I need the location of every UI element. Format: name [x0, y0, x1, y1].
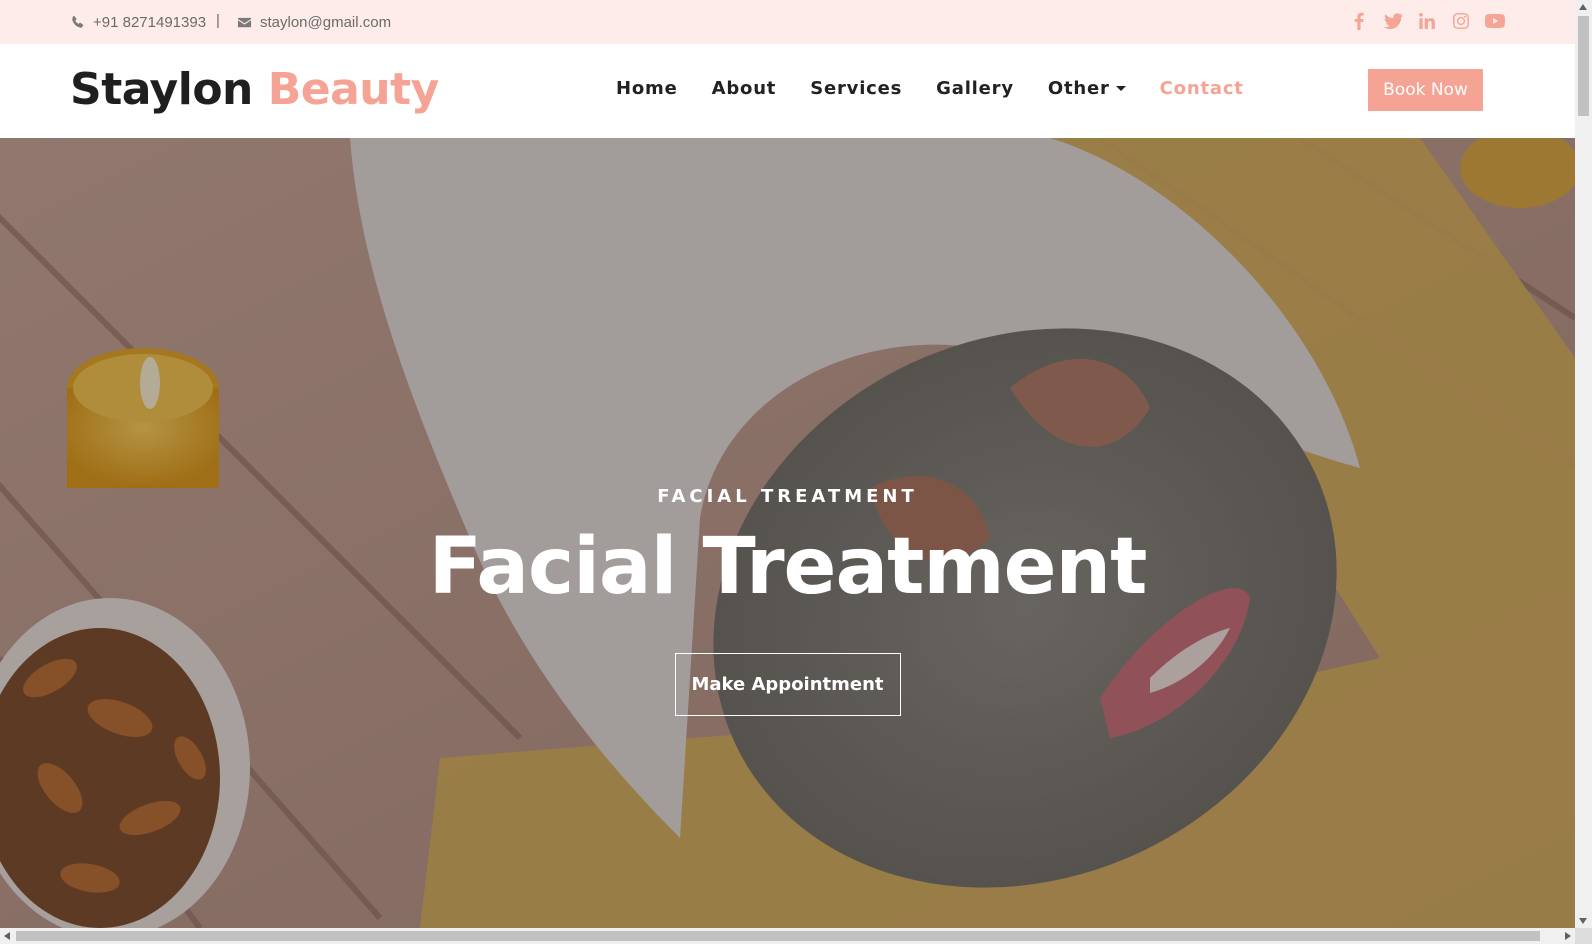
envelope-icon — [237, 17, 252, 27]
book-now-button[interactable]: Book Now — [1368, 69, 1483, 111]
scroll-right-arrow-icon[interactable] — [1565, 932, 1571, 940]
linkedin-icon[interactable] — [1417, 10, 1437, 32]
nav-other-dropdown[interactable]: Other — [1048, 78, 1126, 99]
facebook-icon[interactable] — [1349, 10, 1369, 32]
nav-about[interactable]: About — [712, 78, 777, 99]
hero-banner: FACIAL TREATMENT Facial Treatment Make A… — [0, 138, 1575, 928]
twitter-icon[interactable] — [1383, 10, 1403, 32]
scroll-left-arrow-icon[interactable] — [4, 932, 10, 940]
scrollbar-corner — [1575, 928, 1592, 944]
site-header: Staylon Beauty Home About Services Galle… — [0, 44, 1575, 138]
caret-down-icon — [1115, 86, 1126, 91]
phone-contact[interactable]: +91 8271491393 — [70, 12, 206, 32]
scroll-down-arrow-icon[interactable] — [1579, 918, 1587, 924]
hero-title: Facial Treatment — [428, 522, 1148, 612]
scroll-up-arrow-icon[interactable] — [1579, 4, 1587, 10]
logo-text-accent: Beauty — [267, 64, 440, 115]
page-viewport: +91 8271491393 | staylon@gmail.com Stayl… — [0, 0, 1575, 928]
horizontal-scroll-thumb[interactable] — [16, 931, 1540, 941]
youtube-icon[interactable] — [1485, 10, 1505, 32]
nav-gallery[interactable]: Gallery — [936, 78, 1014, 99]
vertical-scroll-thumb[interactable] — [1578, 16, 1589, 116]
instagram-icon[interactable] — [1451, 10, 1471, 32]
email-address: staylon@gmail.com — [260, 13, 392, 31]
site-logo[interactable]: Staylon Beauty — [70, 64, 439, 115]
top-bar: +91 8271491393 | staylon@gmail.com — [0, 0, 1575, 44]
main-nav: Home About Services Gallery Other Contac… — [616, 78, 1244, 99]
nav-contact[interactable]: Contact — [1160, 78, 1244, 99]
hero-subtitle: FACIAL TREATMENT — [657, 486, 918, 507]
email-contact[interactable]: staylon@gmail.com — [237, 12, 391, 32]
make-appointment-button[interactable]: Make Appointment — [674, 652, 901, 716]
nav-home[interactable]: Home — [616, 78, 678, 99]
hero-content: FACIAL TREATMENT Facial Treatment Make A… — [0, 486, 1575, 716]
vertical-scrollbar[interactable] — [1575, 0, 1592, 928]
nav-services[interactable]: Services — [810, 78, 902, 99]
phone-icon — [72, 15, 84, 28]
logo-text-primary: Staylon — [70, 64, 253, 115]
phone-number: +91 8271491393 — [93, 13, 207, 31]
social-links — [1349, 10, 1505, 32]
contact-separator: | — [216, 12, 220, 29]
horizontal-scrollbar[interactable] — [0, 928, 1575, 944]
nav-other-label: Other — [1047, 78, 1110, 99]
